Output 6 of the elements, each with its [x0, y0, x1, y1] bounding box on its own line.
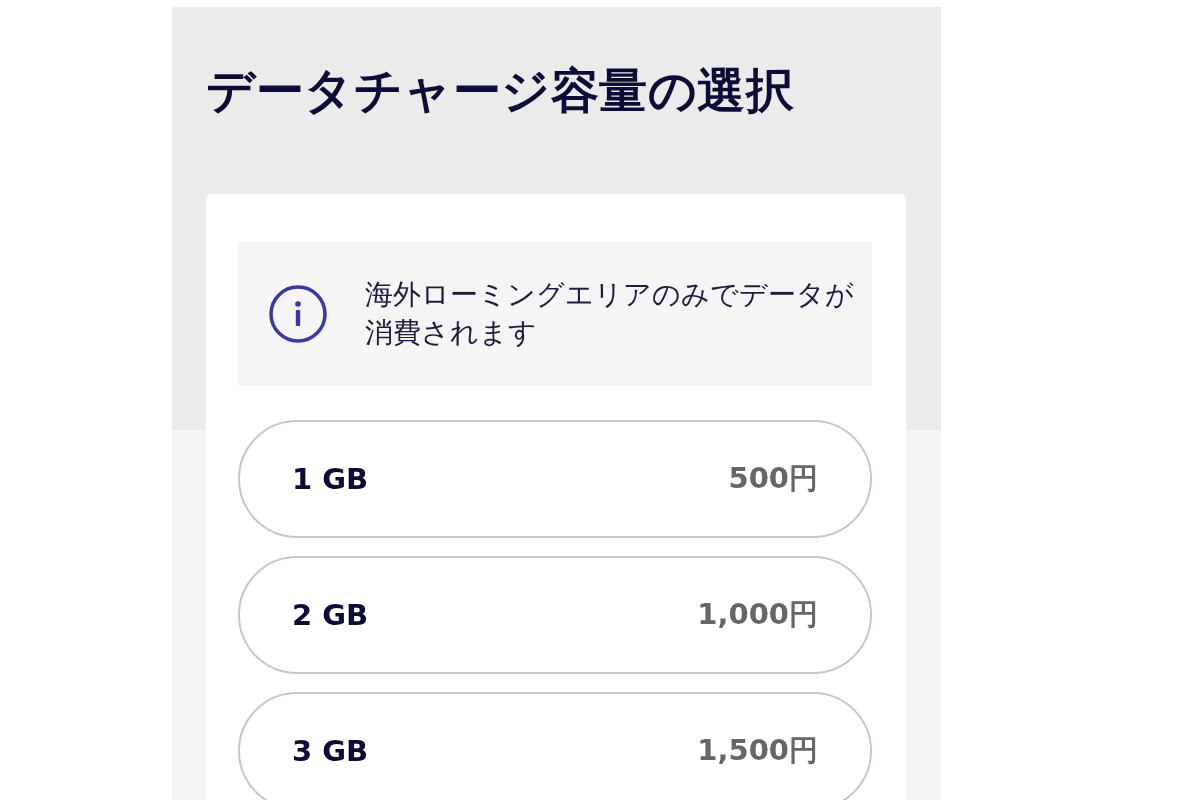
info-icon [269, 285, 327, 343]
notice-text: 海外ローミングエリアのみでデータが消費されます [365, 277, 855, 351]
data-plan-option[interactable]: 3 GB 1,500円 [238, 692, 872, 800]
data-plan-option[interactable]: 1 GB 500円 [238, 420, 872, 538]
page-title: データチャージ容量の選択 [206, 61, 795, 119]
data-plan-option[interactable]: 2 GB 1,000円 [238, 556, 872, 674]
